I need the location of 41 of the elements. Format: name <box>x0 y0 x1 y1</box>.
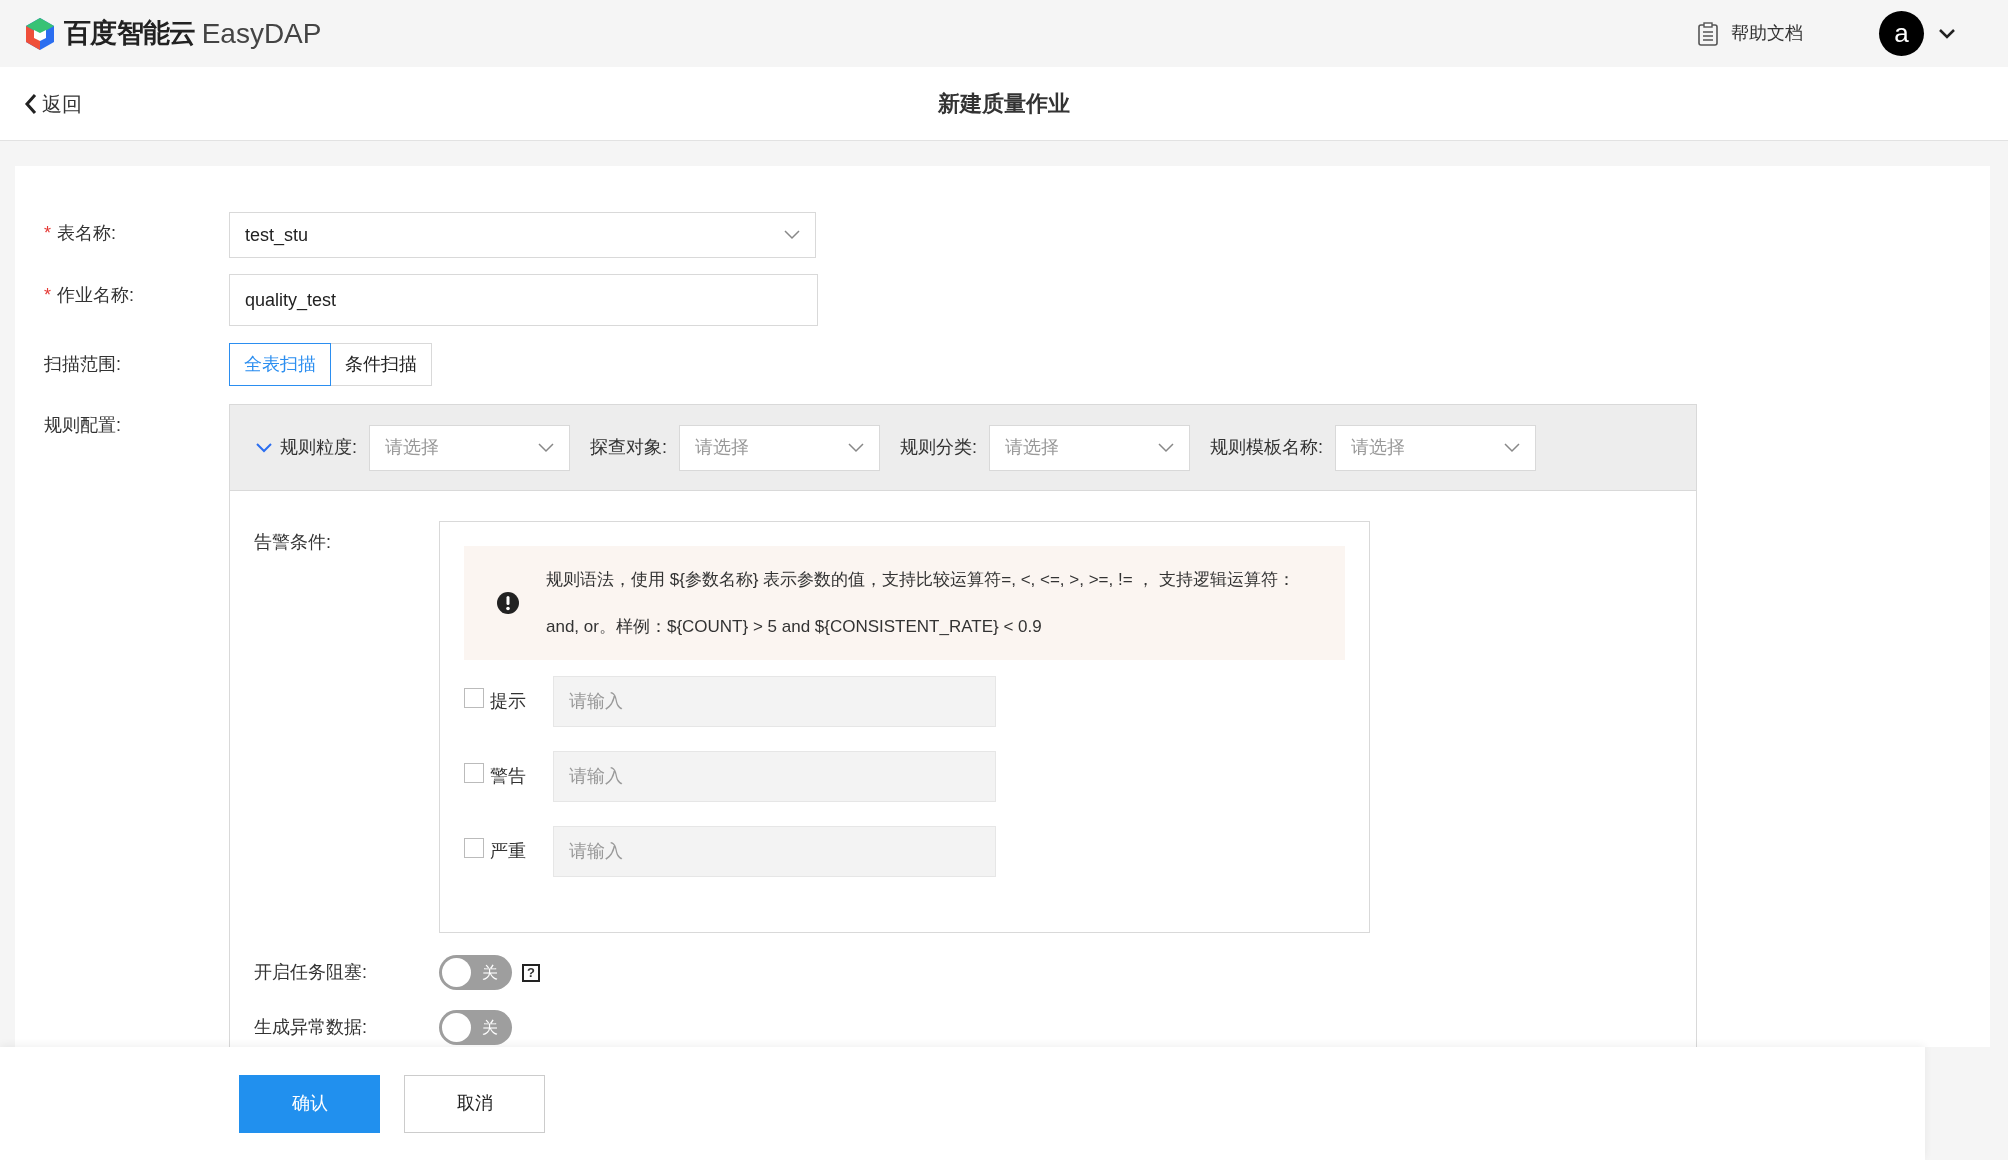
field-label: 作业名称: <box>57 284 135 307</box>
exclamation-icon <box>496 591 520 615</box>
back-chevron-icon <box>24 93 38 115</box>
field-label: 开启任务阻塞: <box>254 961 368 984</box>
alert-level-checkbox[interactable]: 警告 <box>464 751 553 790</box>
help-icon[interactable]: ? <box>522 963 540 982</box>
chevron-down-icon <box>784 230 800 240</box>
back-link[interactable]: 返回 <box>24 89 82 119</box>
table-name-select[interactable]: test_stu <box>229 212 816 258</box>
product-name: EasyDAP <box>201 16 322 51</box>
filter-label: 规则模板名称: <box>1210 436 1324 459</box>
user-avatar[interactable]: a <box>1879 11 1924 56</box>
field-label: 表名称: <box>57 222 117 245</box>
scan-scope-tab[interactable]: 条件扫描 <box>330 343 432 386</box>
cancel-button[interactable]: 取消 <box>404 1074 545 1133</box>
info-text: 规则语法，使用 ${参数名称} 表示参数的值，支持比较运算符=, <, <=, >, >=, != ， 支持逻辑运算符：and, or。样例：${COUNT} > 5 and ${CONSISTENT_RATE} < 0.9 <box>546 569 1297 638</box>
chevron-down-icon <box>1158 442 1175 453</box>
dropdown-caret-icon[interactable] <box>1938 27 1956 40</box>
job-name-input[interactable]: quality_test <box>229 274 818 326</box>
alert-level-checkbox[interactable]: 提示 <box>464 676 553 715</box>
filter-label: 规则粒度: <box>280 436 357 459</box>
document-icon <box>1697 21 1719 46</box>
field-label: 告警条件: <box>254 531 332 554</box>
collapse-chevron-icon[interactable] <box>256 442 272 453</box>
chevron-down-icon <box>1504 442 1521 453</box>
filter-label: 规则分类: <box>900 436 978 459</box>
help-docs-link[interactable]: 帮助文档 <box>1697 20 1803 47</box>
alert-condition-input[interactable]: 请输入 <box>553 826 996 877</box>
field-label: 生成异常数据: <box>254 1016 368 1039</box>
field-label: 扫描范围: <box>44 353 121 376</box>
required-asterisk: * <box>44 222 51 245</box>
filter-label: 探查对象: <box>590 436 668 459</box>
brand-name: 百度智能云 <box>64 17 196 51</box>
page-title: 新建质量作业 <box>938 90 1070 118</box>
chevron-down-icon <box>538 442 554 453</box>
alert-level-checkbox[interactable]: 严重 <box>464 826 553 865</box>
alert-condition-input[interactable]: 请输入 <box>553 751 996 802</box>
required-asterisk: * <box>44 284 51 307</box>
alert-condition-input[interactable]: 请输入 <box>553 676 996 727</box>
chevron-down-icon <box>848 442 865 453</box>
field-label: 规则配置: <box>44 414 121 437</box>
